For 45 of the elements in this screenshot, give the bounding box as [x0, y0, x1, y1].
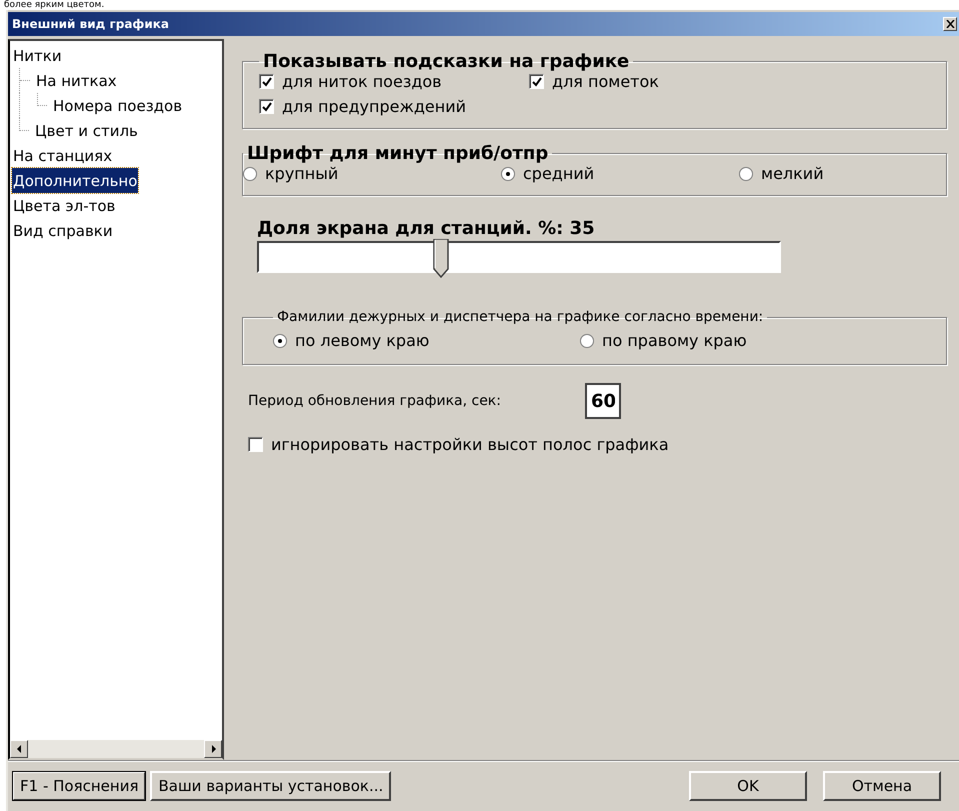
checkbox-option[interactable]: для предупреждений — [259, 97, 529, 116]
checkbox-option[interactable]: для ниток поездов — [259, 72, 529, 91]
tree-item[interactable]: Номера поездов — [52, 93, 184, 118]
scroll-right-button[interactable] — [204, 740, 222, 758]
close-button[interactable] — [943, 17, 957, 31]
cut-off-text: более ярким цветом. — [4, 0, 104, 10]
dialog-button[interactable]: F1 - Пояснения — [12, 771, 146, 801]
checkbox[interactable] — [259, 74, 274, 89]
radio-option[interactable]: по правому краю — [580, 331, 936, 350]
group-title: Фамилии дежурных и диспетчера на графике согласно времени: — [276, 309, 764, 325]
dialog-button[interactable]: Отмена — [823, 771, 941, 801]
radio-button[interactable] — [501, 166, 515, 180]
radio-button[interactable] — [243, 166, 257, 180]
dialog-button[interactable]: Ваши варианты установок... — [150, 771, 392, 801]
checkbox[interactable] — [259, 99, 274, 114]
tree-item[interactable]: Цвет и стиль — [34, 118, 139, 143]
tree-item[interactable]: На нитках — [35, 68, 118, 93]
radio-button[interactable] — [739, 166, 753, 180]
radio-option[interactable]: средний — [501, 164, 739, 183]
slider-label: Доля экрана для станций. %: 35 — [257, 218, 596, 239]
group-title: Шрифт для минут приб/отпр — [246, 143, 550, 164]
slider-thumb[interactable] — [433, 239, 449, 279]
left-arrow-icon — [16, 745, 22, 753]
tree-item[interactable]: Дополнительно — [12, 168, 138, 193]
period-field[interactable]: 60 — [585, 383, 621, 419]
tree-item[interactable]: На станциях — [12, 143, 114, 168]
tree-item[interactable]: Нитки — [12, 43, 63, 68]
radio-option[interactable]: крупный — [243, 164, 501, 183]
radio-option[interactable]: мелкий — [739, 164, 936, 183]
checkbox-option[interactable]: игнорировать настройки высот полос графика — [242, 435, 947, 454]
horizontal-scrollbar[interactable] — [10, 740, 222, 758]
dialog-button[interactable]: OK — [689, 771, 807, 801]
radio-button[interactable] — [273, 334, 287, 348]
tree-item[interactable]: Вид справки — [12, 218, 114, 243]
radio-button[interactable] — [580, 334, 594, 348]
right-arrow-icon — [210, 745, 216, 753]
tree-item[interactable]: Цвета эл-тов — [12, 193, 116, 218]
checkbox[interactable] — [529, 74, 544, 89]
window-title: Внешний вид графика — [12, 17, 169, 31]
scroll-left-button[interactable] — [10, 740, 28, 758]
group-title: Показывать подсказки на графике — [262, 51, 630, 72]
radio-option[interactable]: по левому краю — [273, 331, 580, 350]
checkbox-option[interactable]: для пометок — [529, 72, 936, 91]
period-label: Период обновления графика, сек: — [248, 393, 502, 409]
checkbox[interactable] — [248, 437, 263, 452]
